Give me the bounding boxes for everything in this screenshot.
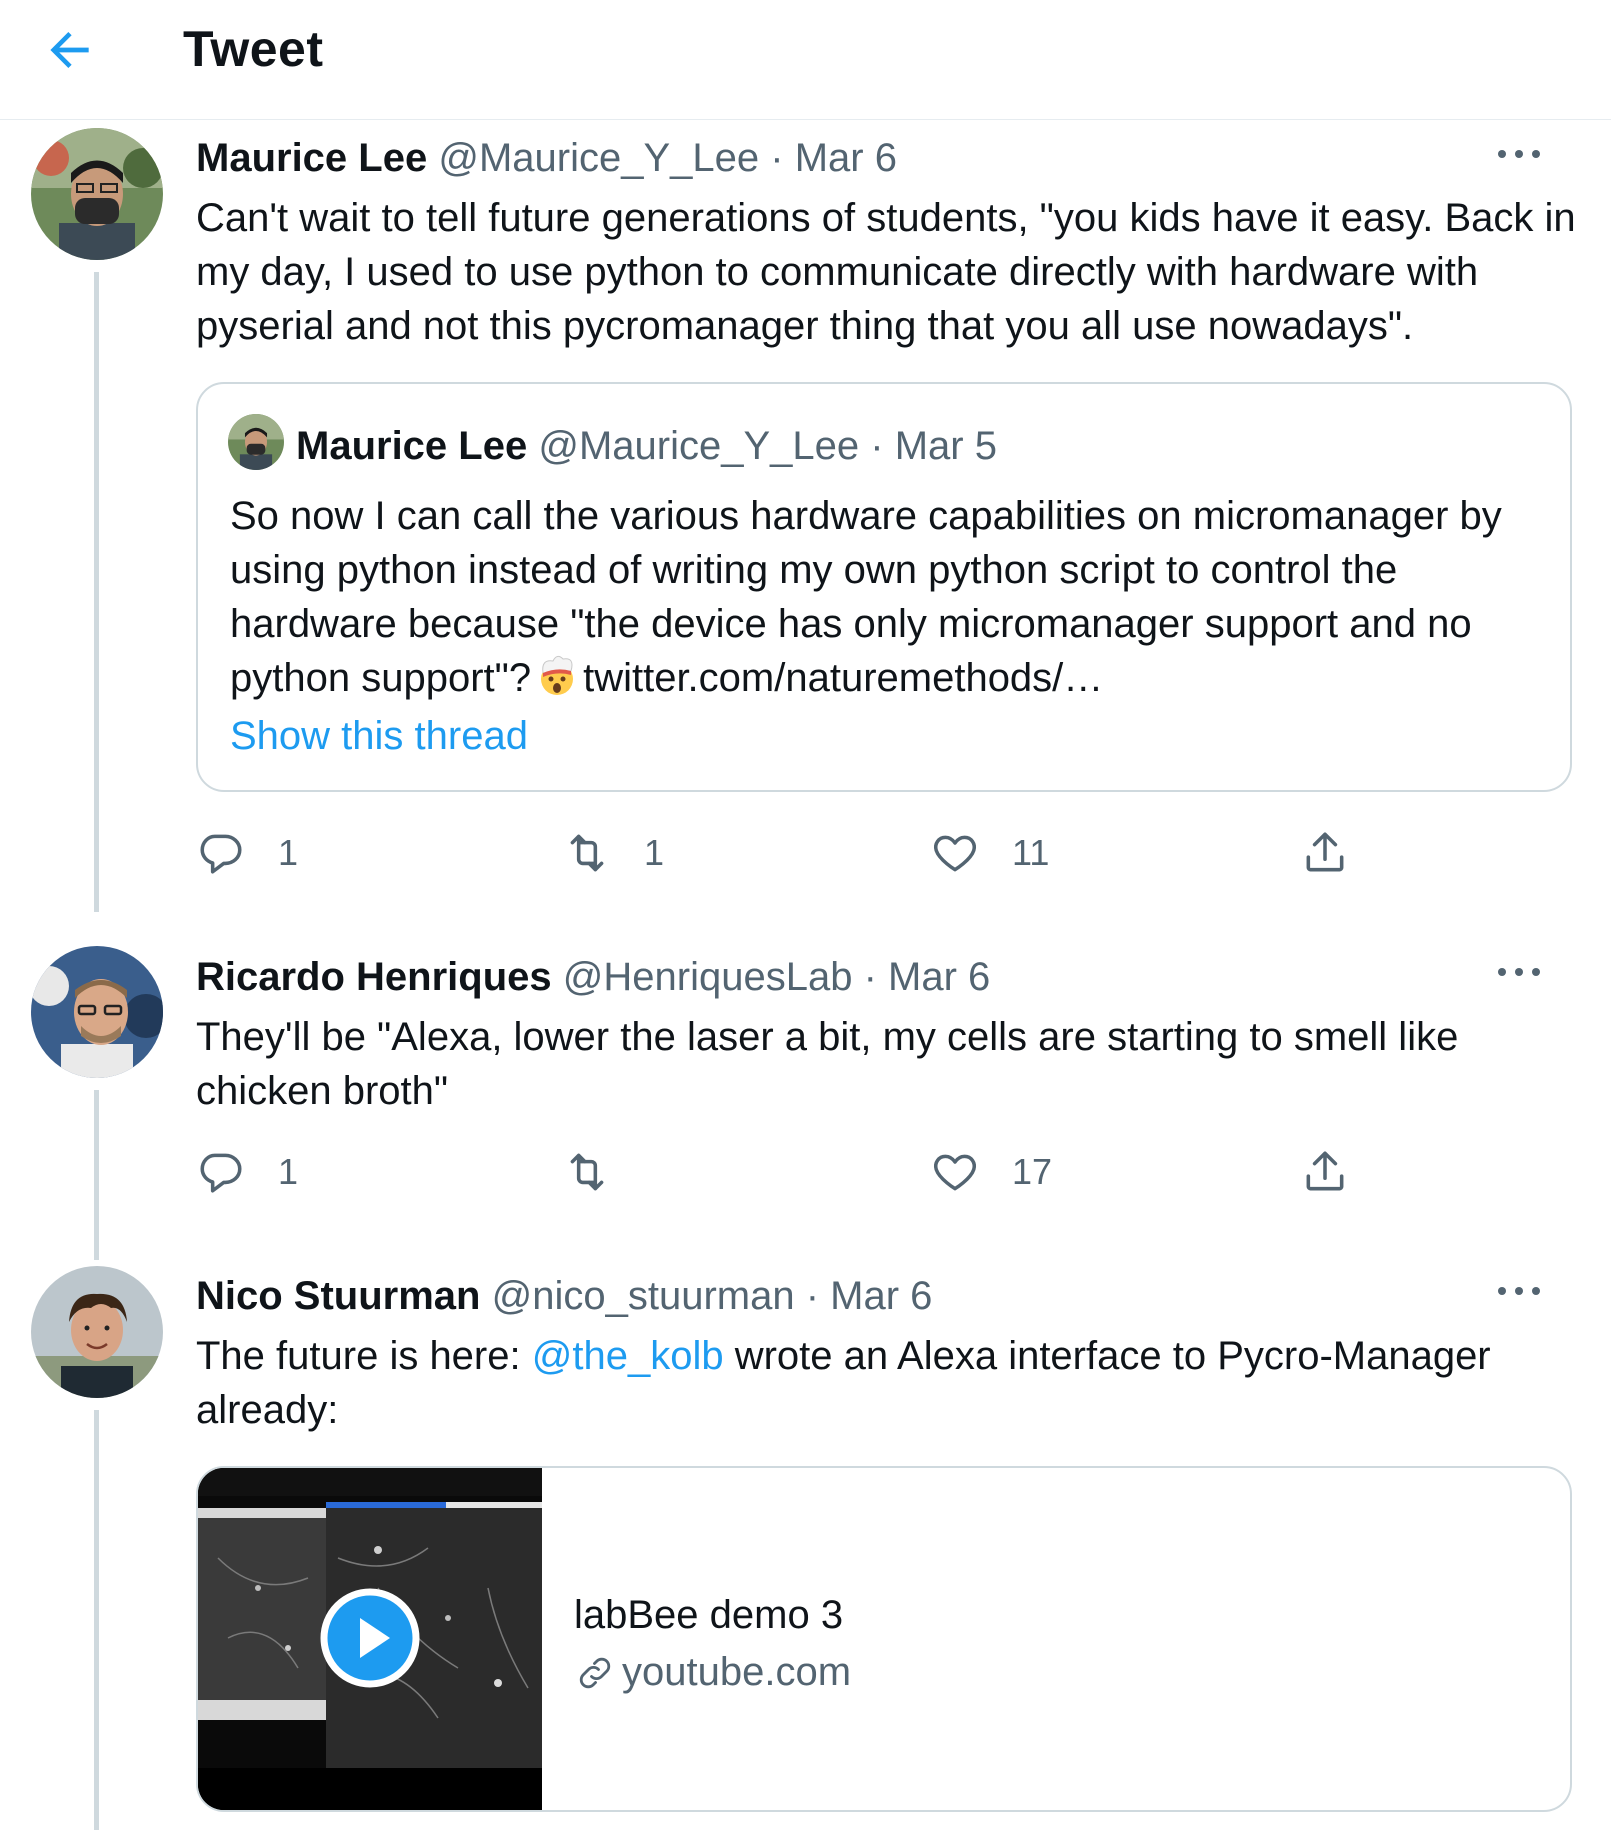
separator-dot: · <box>805 1274 820 1318</box>
tweet-header: Maurice Lee @Maurice_Y_Lee · Mar 6 <box>196 136 897 180</box>
card-domain: youtube.com <box>574 1650 851 1695</box>
like-button[interactable]: 11 <box>930 823 1049 883</box>
page-title: Tweet <box>183 21 324 77</box>
reply-button[interactable]: 1 <box>196 823 298 883</box>
tweet-text-part: The future is here: <box>196 1334 532 1378</box>
share-icon <box>1306 832 1344 872</box>
more-dots-icon[interactable] <box>1494 1281 1544 1301</box>
reply-icon <box>200 834 242 874</box>
tweet-date[interactable]: Mar 6 <box>888 955 990 999</box>
retweet-icon <box>570 1153 604 1191</box>
avatar[interactable] <box>31 946 163 1078</box>
display-name[interactable]: Maurice Lee <box>196 136 427 180</box>
card-domain-text: youtube.com <box>622 1650 852 1694</box>
avatar[interactable] <box>31 1266 163 1398</box>
card-title: labBee demo 3 <box>574 1593 844 1637</box>
tweet-text: The future is here: @the_kolb wrote an A… <box>196 1329 1576 1437</box>
quoted-tweet-header: Maurice Lee @Maurice_Y_Lee · Mar 5 <box>296 424 997 469</box>
reply-button[interactable]: 1 <box>196 1142 298 1202</box>
more-dots-icon[interactable] <box>1494 144 1544 164</box>
share-button[interactable] <box>1300 1142 1350 1202</box>
heart-icon <box>934 835 976 872</box>
user-handle[interactable]: @nico_stuurman <box>492 1274 795 1318</box>
user-handle[interactable]: @HenriquesLab <box>563 955 853 999</box>
reply-count: 1 <box>278 832 299 873</box>
link-card[interactable]: labBee demo 3 youtube.com <box>196 1466 1572 1812</box>
quoted-link[interactable]: twitter.com/naturemethods/… <box>583 656 1103 700</box>
separator-dot: · <box>870 424 884 468</box>
thread-connector <box>94 1090 99 1260</box>
quoted-tweet[interactable]: Maurice Lee @Maurice_Y_Lee · Mar 5 So no… <box>196 382 1572 792</box>
tweet-text: Can't wait to tell future generations of… <box>196 196 1576 348</box>
separator-dot: · <box>770 136 784 180</box>
tweet-actions: 1 17 <box>196 1142 1396 1202</box>
tweet-date[interactable]: Mar 6 <box>830 1274 932 1318</box>
thread-connector <box>94 1410 99 1830</box>
like-count: 17 <box>1012 1151 1053 1192</box>
quoted-tweet-text: So now I can call the various hardware c… <box>230 489 1550 705</box>
retweet-button[interactable] <box>562 1142 644 1202</box>
display-name: Maurice Lee <box>296 424 528 468</box>
tweet-header: Nico Stuurman @nico_stuurman · Mar 6 <box>196 1274 932 1318</box>
display-name[interactable]: Nico Stuurman <box>196 1274 480 1318</box>
retweet-icon <box>570 834 604 872</box>
tweet-date[interactable]: Mar 6 <box>795 136 897 180</box>
show-thread-link[interactable]: Show this thread <box>230 714 528 759</box>
share-icon <box>1306 1151 1344 1191</box>
video-thumbnail[interactable] <box>198 1468 542 1810</box>
top-bar: Tweet <box>0 0 1611 120</box>
tweet-actions: 1 1 11 <box>196 823 1396 883</box>
tweet-text: They'll be "Alexa, lower the laser a bit… <box>196 1015 1459 1113</box>
retweet-count: 1 <box>644 832 665 873</box>
more-dots-icon[interactable] <box>1494 962 1544 982</box>
like-button[interactable]: 17 <box>930 1142 1052 1202</box>
user-handle[interactable]: @Maurice_Y_Lee <box>438 136 759 180</box>
retweet-button[interactable]: 1 <box>562 823 664 883</box>
tweet-header: Ricardo Henriques @HenriquesLab · Mar 6 <box>196 955 990 999</box>
avatar[interactable] <box>31 128 163 260</box>
separator-dot: · <box>863 955 877 999</box>
arrow-left-icon[interactable] <box>42 22 98 78</box>
exploding-head-emoji <box>541 655 574 695</box>
like-count: 11 <box>1012 832 1050 873</box>
tweet-date: Mar 5 <box>894 424 997 468</box>
avatar <box>228 414 284 470</box>
display-name[interactable]: Ricardo Henriques <box>196 955 552 999</box>
reply-icon <box>200 1153 242 1193</box>
share-button[interactable] <box>1300 823 1350 883</box>
play-icon[interactable] <box>320 1588 420 1688</box>
thread-connector <box>94 272 99 912</box>
heart-icon <box>934 1154 976 1191</box>
reply-count: 1 <box>278 1151 299 1192</box>
mention-link[interactable]: @the_kolb <box>532 1334 724 1378</box>
user-handle: @Maurice_Y_Lee <box>538 424 860 468</box>
link-icon <box>579 1657 611 1688</box>
